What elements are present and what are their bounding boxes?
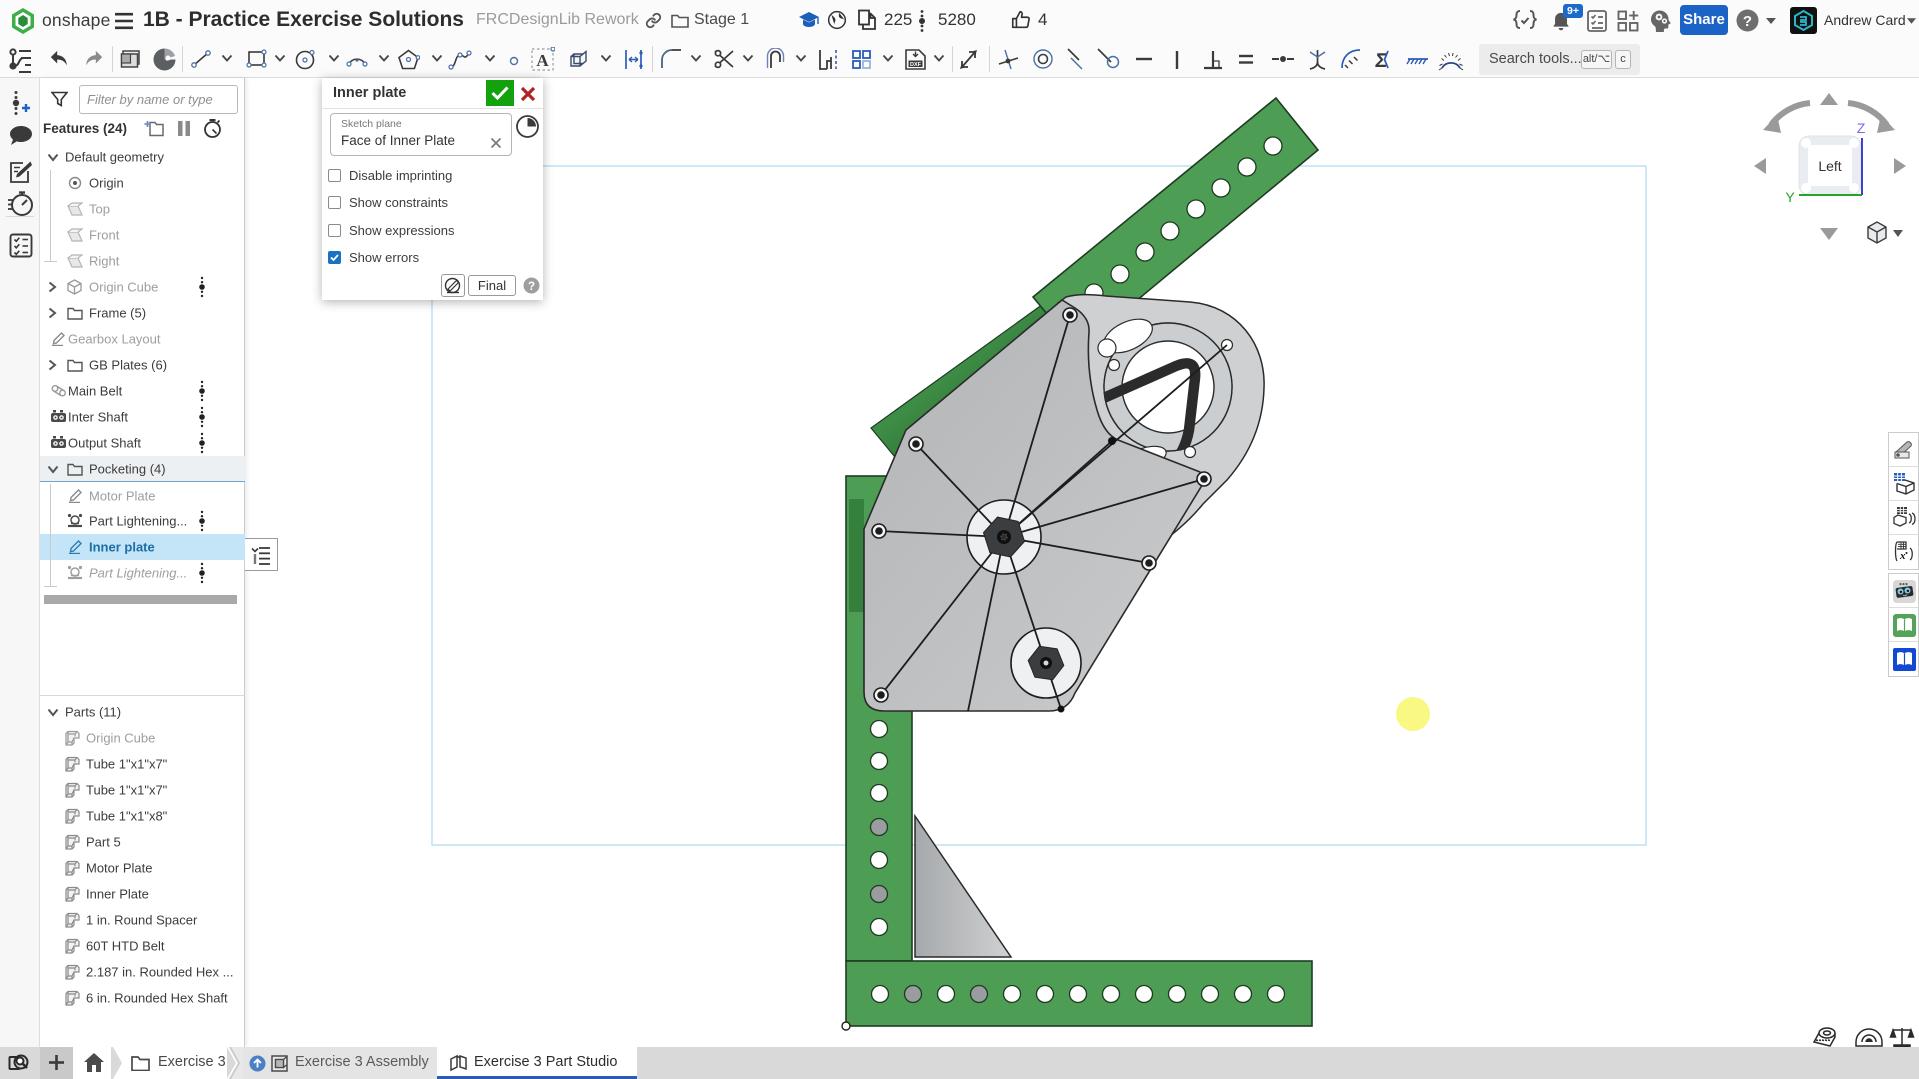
svg-text:DXF: DXF [910, 62, 922, 68]
svg-text:?: ? [528, 281, 535, 293]
svg-text:x: x [1899, 550, 1906, 562]
svg-text:?: ? [1743, 13, 1752, 30]
svg-text:●●●: ●●● [1899, 582, 1908, 588]
svg-text:A: A [536, 51, 549, 70]
